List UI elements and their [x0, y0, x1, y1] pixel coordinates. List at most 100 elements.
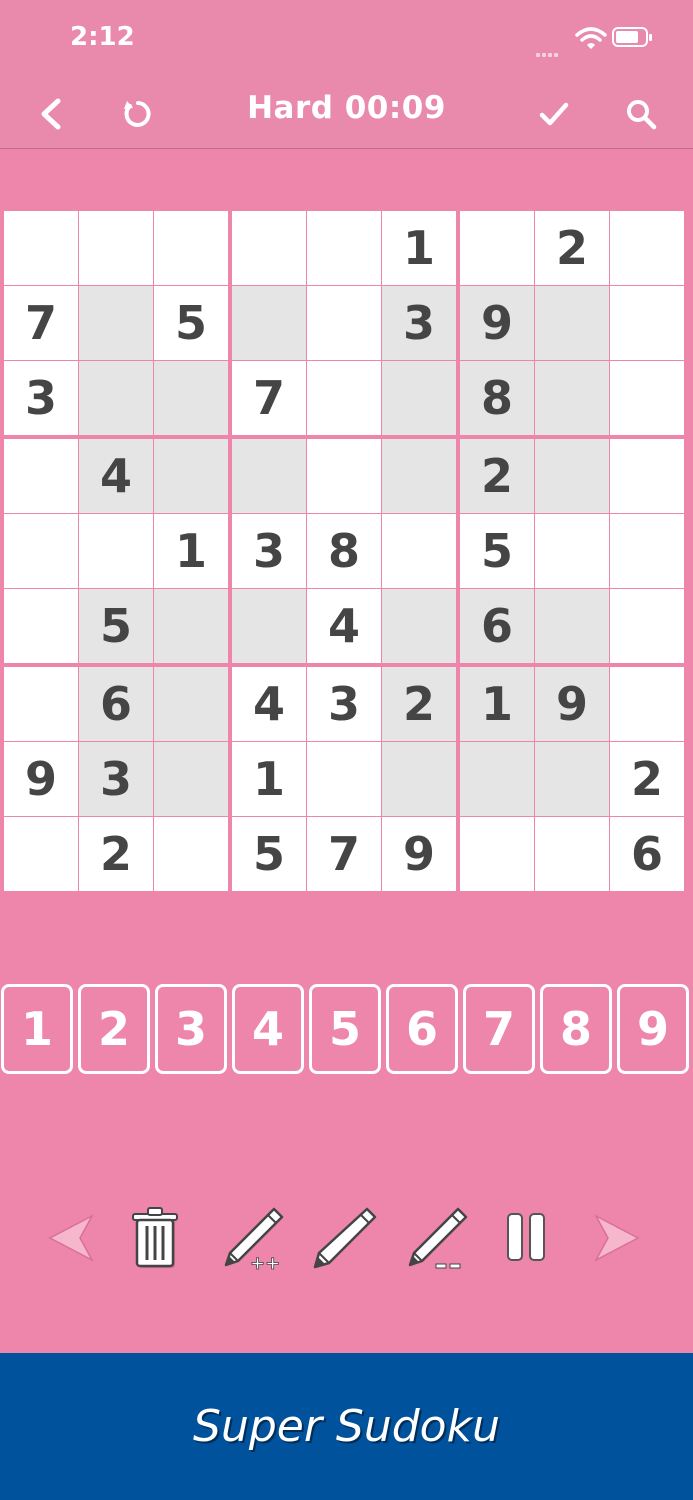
sudoku-cell[interactable]	[610, 589, 684, 663]
sudoku-cell[interactable]	[154, 439, 228, 513]
sudoku-cell[interactable]	[154, 667, 228, 741]
pencil-button[interactable]	[307, 1200, 379, 1276]
sudoku-cell[interactable]: 4	[232, 667, 306, 741]
sudoku-cell[interactable]	[460, 742, 534, 816]
sudoku-cell[interactable]: 5	[460, 514, 534, 588]
search-button[interactable]	[617, 90, 665, 138]
sudoku-cell[interactable]: 9	[382, 817, 456, 891]
sudoku-cell[interactable]	[382, 361, 456, 435]
sudoku-cell[interactable]: 2	[460, 439, 534, 513]
number-key[interactable]: 7	[463, 984, 535, 1074]
sudoku-cell[interactable]: 1	[232, 742, 306, 816]
sudoku-cell[interactable]	[382, 514, 456, 588]
sudoku-cell[interactable]	[535, 589, 609, 663]
sudoku-cell[interactable]	[4, 589, 78, 663]
sudoku-cell[interactable]	[154, 211, 228, 285]
sudoku-cell[interactable]: 3	[4, 361, 78, 435]
number-key[interactable]: 9	[617, 984, 689, 1074]
sudoku-cell[interactable]	[307, 742, 381, 816]
sudoku-cell[interactable]	[4, 211, 78, 285]
number-key[interactable]: 4	[232, 984, 304, 1074]
number-key[interactable]: 5	[309, 984, 381, 1074]
sudoku-cell[interactable]: 2	[610, 742, 684, 816]
next-button[interactable]	[584, 1200, 656, 1276]
sudoku-cell[interactable]: 1	[154, 514, 228, 588]
sudoku-cell[interactable]	[535, 817, 609, 891]
sudoku-cell[interactable]	[610, 286, 684, 360]
sudoku-cell[interactable]	[535, 286, 609, 360]
sudoku-cell[interactable]	[307, 361, 381, 435]
sudoku-cell[interactable]	[535, 742, 609, 816]
sudoku-cell[interactable]	[232, 589, 306, 663]
sudoku-cell[interactable]: 7	[307, 817, 381, 891]
sudoku-cell[interactable]: 8	[307, 514, 381, 588]
sudoku-cell[interactable]: 2	[382, 667, 456, 741]
number-key[interactable]: 6	[386, 984, 458, 1074]
sudoku-cell[interactable]	[535, 439, 609, 513]
sudoku-cell[interactable]	[535, 514, 609, 588]
number-key[interactable]: 8	[540, 984, 612, 1074]
sudoku-cell[interactable]	[4, 514, 78, 588]
sudoku-cell[interactable]	[610, 361, 684, 435]
previous-button[interactable]	[32, 1200, 104, 1276]
pause-button[interactable]	[490, 1200, 562, 1276]
sudoku-cell[interactable]: 6	[610, 817, 684, 891]
sudoku-cell[interactable]	[382, 589, 456, 663]
sudoku-cell[interactable]	[307, 439, 381, 513]
sudoku-cell[interactable]: 3	[232, 514, 306, 588]
sudoku-cell[interactable]: 7	[4, 286, 78, 360]
sudoku-cell[interactable]	[79, 514, 153, 588]
sudoku-cell[interactable]	[232, 439, 306, 513]
sudoku-cell[interactable]: 3	[382, 286, 456, 360]
pencil-add-notes-icon: ++	[224, 1207, 284, 1271]
remove-notes-button[interactable]	[400, 1200, 472, 1276]
sudoku-cell[interactable]: 2	[79, 817, 153, 891]
sudoku-cell[interactable]	[4, 667, 78, 741]
sudoku-cell[interactable]: 6	[79, 667, 153, 741]
sudoku-cell[interactable]	[154, 817, 228, 891]
sudoku-cell[interactable]	[460, 211, 534, 285]
sudoku-cell[interactable]: 1	[382, 211, 456, 285]
sudoku-cell[interactable]: 3	[79, 742, 153, 816]
sudoku-cell[interactable]	[307, 286, 381, 360]
sudoku-cell[interactable]: 5	[232, 817, 306, 891]
sudoku-cell[interactable]	[79, 286, 153, 360]
sudoku-cell[interactable]	[154, 361, 228, 435]
sudoku-cell[interactable]: 9	[535, 667, 609, 741]
sudoku-cell[interactable]: 2	[535, 211, 609, 285]
sudoku-cell[interactable]: 1	[460, 667, 534, 741]
sudoku-cell[interactable]	[232, 286, 306, 360]
sudoku-cell[interactable]	[4, 439, 78, 513]
sudoku-cell[interactable]: 5	[79, 589, 153, 663]
sudoku-cell[interactable]	[79, 211, 153, 285]
sudoku-cell[interactable]	[610, 439, 684, 513]
sudoku-cell[interactable]	[79, 361, 153, 435]
sudoku-cell[interactable]	[232, 211, 306, 285]
number-key[interactable]: 3	[155, 984, 227, 1074]
sudoku-cell[interactable]: 6	[460, 589, 534, 663]
sudoku-cell[interactable]	[154, 589, 228, 663]
number-key[interactable]: 2	[78, 984, 150, 1074]
sudoku-cell[interactable]	[610, 514, 684, 588]
sudoku-cell[interactable]	[4, 817, 78, 891]
sudoku-cell[interactable]	[382, 742, 456, 816]
sudoku-cell[interactable]: 9	[4, 742, 78, 816]
sudoku-cell[interactable]: 7	[232, 361, 306, 435]
sudoku-cell[interactable]: 4	[307, 589, 381, 663]
sudoku-cell[interactable]: 4	[79, 439, 153, 513]
sudoku-cell[interactable]	[460, 817, 534, 891]
delete-button[interactable]	[121, 1200, 193, 1276]
check-button[interactable]	[530, 90, 578, 138]
sudoku-cell[interactable]	[154, 742, 228, 816]
sudoku-cell[interactable]	[535, 361, 609, 435]
sudoku-cell[interactable]: 8	[460, 361, 534, 435]
sudoku-cell[interactable]: 5	[154, 286, 228, 360]
number-key[interactable]: 1	[1, 984, 73, 1074]
sudoku-cell[interactable]: 9	[460, 286, 534, 360]
sudoku-cell[interactable]	[610, 211, 684, 285]
sudoku-cell[interactable]: 3	[307, 667, 381, 741]
sudoku-cell[interactable]	[382, 439, 456, 513]
sudoku-cell[interactable]	[307, 211, 381, 285]
sudoku-cell[interactable]	[610, 667, 684, 741]
add-notes-button[interactable]: ++	[216, 1200, 288, 1276]
